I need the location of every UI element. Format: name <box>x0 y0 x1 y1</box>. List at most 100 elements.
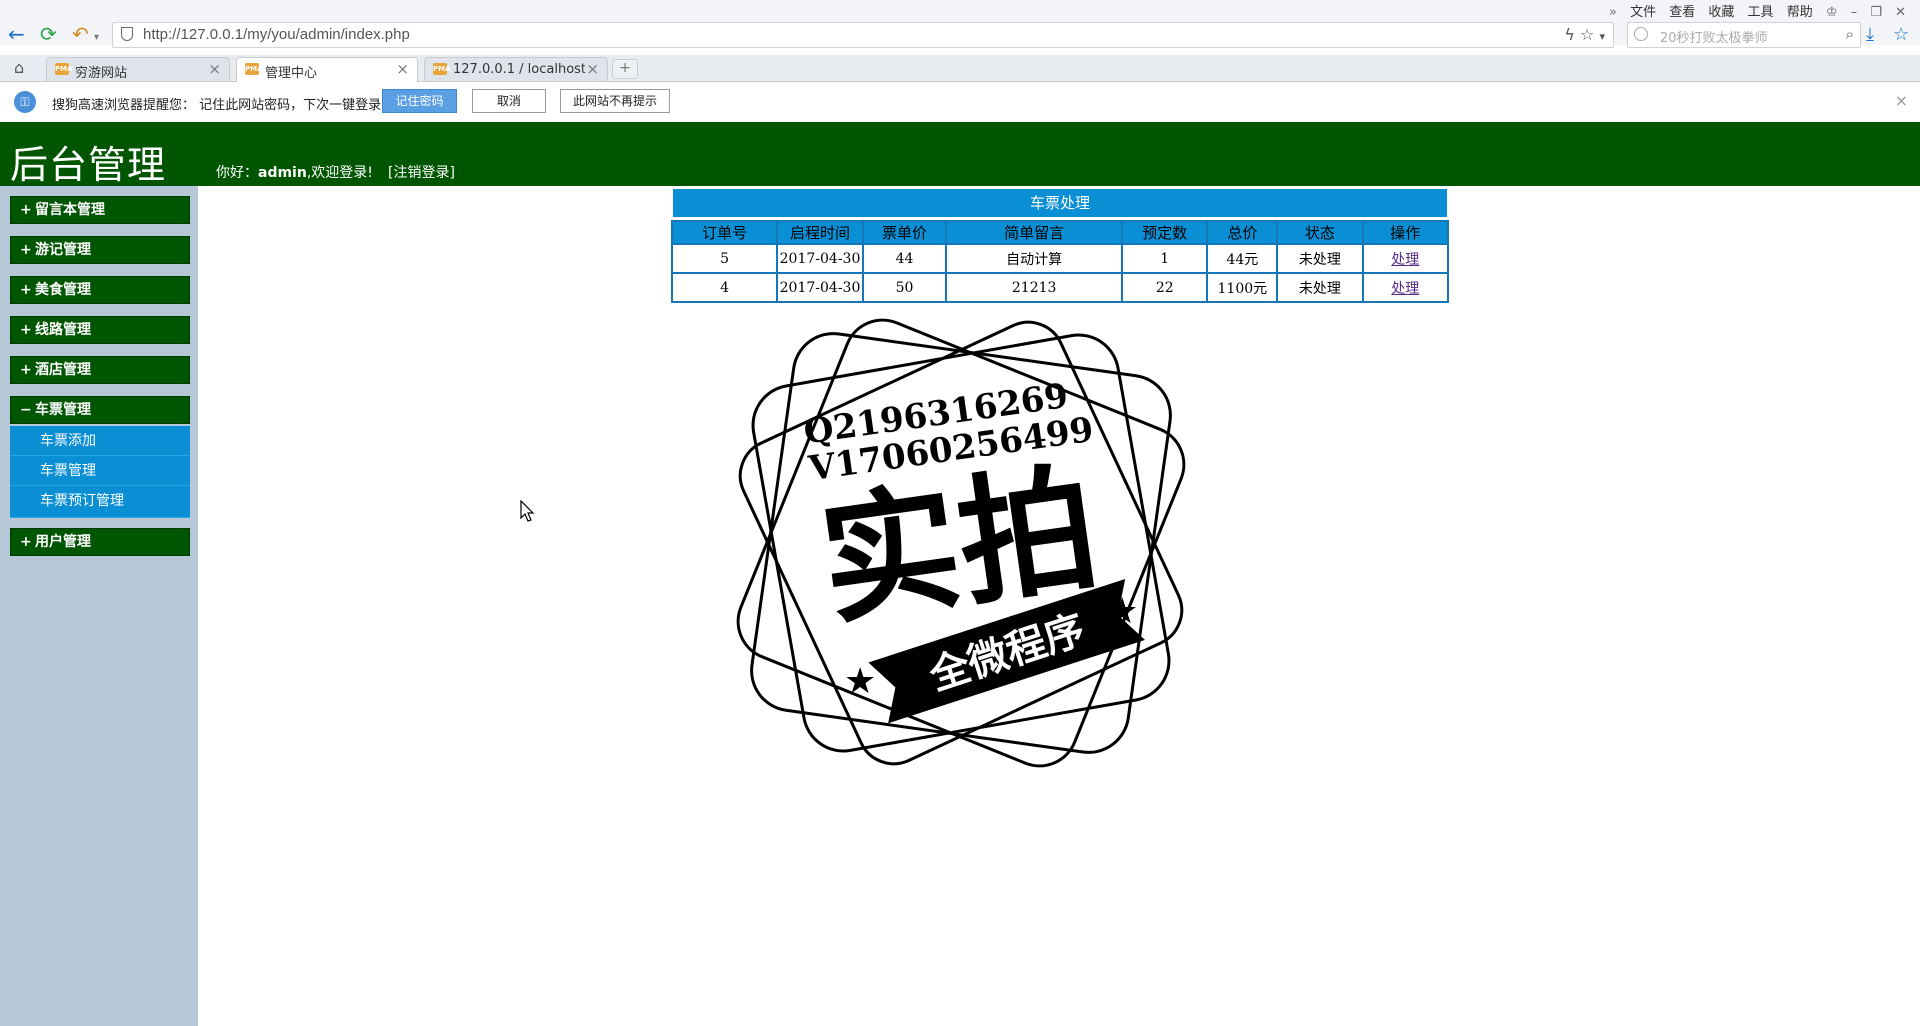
expand-icon: + <box>20 362 32 378</box>
restore-icon[interactable]: ❐ <box>1870 5 1882 20</box>
dropdown-icon[interactable]: ▾ <box>1599 30 1605 43</box>
subitem-label: 车票管理 <box>40 463 96 479</box>
greet-suffix: ,欢迎登录! <box>306 165 373 181</box>
subitem-ticket-booking[interactable]: 车票预订管理 <box>10 486 190 518</box>
table-header-row: 订单号 启程时间 票单价 简单留言 预定数 总价 状态 操作 <box>670 220 1450 245</box>
sidebar-item-users[interactable]: + 用户管理 <box>10 528 190 556</box>
subitem-ticket-manage[interactable]: 车票管理 <box>10 456 190 486</box>
cell-status: 未处理 <box>1276 272 1364 303</box>
sidebar-item-label: 留言本管理 <box>35 202 105 218</box>
cell-message: 自动计算 <box>945 243 1124 274</box>
col-order-id: 订单号 <box>670 220 779 245</box>
search-placeholder: 20秒打败太极拳师 <box>1660 31 1768 46</box>
sidebar-item-travelogue[interactable]: + 游记管理 <box>10 236 190 264</box>
search-icon[interactable]: ⌕ <box>1846 25 1854 43</box>
undo-icon[interactable]: ↶ <box>72 24 89 44</box>
tab-label: 穷游网站 <box>75 66 128 81</box>
sidebar-item-guestbook[interactable]: + 留言本管理 <box>10 196 190 224</box>
tab-bar: ⌂ PMA 穷游网站 × PMA 管理中心 × PMA 127.0.0.1 / … <box>0 55 1920 82</box>
home-icon[interactable]: ⌂ <box>14 58 24 77</box>
subitem-label: 车票添加 <box>40 433 96 449</box>
process-link[interactable]: 处理 <box>1391 252 1419 268</box>
mouse-cursor-icon <box>520 500 535 522</box>
url-text: http://127.0.0.1/my/you/admin/index.php <box>143 26 410 43</box>
minimize-icon[interactable]: – <box>1851 5 1858 20</box>
new-tab-button[interactable]: + <box>612 59 638 79</box>
sidebar-item-tickets[interactable]: − 车票管理 <box>10 396 190 424</box>
window-close-icon[interactable]: ✕ <box>1895 5 1906 20</box>
tab-close-icon[interactable]: × <box>396 60 409 78</box>
sidebar: + 留言本管理 + 游记管理 + 美食管理 + 线路管理 + 酒店管理 − 车票… <box>0 186 198 1026</box>
undo-dropdown-icon[interactable]: ▾ <box>94 28 99 48</box>
greeting: 你好：admin,欢迎登录! <box>216 162 373 182</box>
subitem-ticket-add[interactable]: 车票添加 <box>10 426 190 456</box>
expand-icon: + <box>20 242 32 258</box>
refresh-icon[interactable]: ⟳ <box>40 24 57 44</box>
password-notice-bar: ⚿ 搜狗高速浏览器提醒您： 记住此网站密码，下次一键登录！ 记住密码 取消 此网… <box>0 82 1920 123</box>
menu-file[interactable]: 文件 <box>1630 5 1656 20</box>
search-box[interactable]: 20秒打败太极拳师 ⌕ <box>1627 22 1861 48</box>
menu-tools[interactable]: 工具 <box>1748 5 1774 20</box>
notice-close-icon[interactable]: × <box>1895 91 1908 110</box>
back-icon[interactable]: ← <box>8 24 25 44</box>
cancel-button[interactable]: 取消 <box>472 89 546 113</box>
cell-quantity: 1 <box>1121 243 1209 274</box>
tab-admin-center[interactable]: PMA 管理中心 × <box>236 57 418 82</box>
sidebar-item-label: 用户管理 <box>35 534 91 550</box>
cell-unit-price: 44 <box>861 243 948 274</box>
sidebar-item-hotels[interactable]: + 酒店管理 <box>10 356 190 384</box>
cell-total: 44元 <box>1206 243 1279 274</box>
key-icon: ⚿ <box>14 91 36 113</box>
process-link[interactable]: 处理 <box>1391 281 1419 297</box>
col-status: 状态 <box>1276 220 1364 245</box>
tab-phpmyadmin[interactable]: PMA 127.0.0.1 / localhost / × <box>424 57 608 81</box>
address-bar[interactable]: http://127.0.0.1/my/you/admin/index.php … <box>112 22 1614 48</box>
menu-help[interactable]: 帮助 <box>1787 5 1813 20</box>
download-icon[interactable]: ⤓ <box>1866 24 1874 45</box>
cell-action: 处理 <box>1361 272 1450 303</box>
skin-icon[interactable]: ♔ <box>1826 5 1838 20</box>
shield-icon <box>121 27 133 41</box>
tab-close-icon[interactable]: × <box>208 60 221 78</box>
star-icon[interactable]: ☆ <box>1580 25 1594 44</box>
menu-more-icon[interactable]: » <box>1609 5 1617 20</box>
logout-link[interactable]: [注销登录] <box>388 162 455 182</box>
expand-icon: + <box>20 534 32 550</box>
menu-favorites[interactable]: 收藏 <box>1708 5 1734 20</box>
greet-prefix: 你好： <box>216 165 258 181</box>
col-quantity: 预定数 <box>1121 220 1209 245</box>
lightning-icon[interactable]: ϟ <box>1564 25 1575 44</box>
never-remind-button[interactable]: 此网站不再提示 <box>560 89 670 113</box>
star-icon: ★ <box>1106 591 1138 632</box>
col-message: 简单留言 <box>945 220 1124 245</box>
address-actions: ϟ ☆ ▾ <box>1564 25 1605 44</box>
menu-view[interactable]: 查看 <box>1669 5 1695 20</box>
col-action: 操作 <box>1361 220 1450 245</box>
cell-action: 处理 <box>1361 243 1450 274</box>
sidebar-item-food[interactable]: + 美食管理 <box>10 276 190 304</box>
tab-qiongyou[interactable]: PMA 穷游网站 × <box>46 57 230 81</box>
sidebar-item-routes[interactable]: + 线路管理 <box>10 316 190 344</box>
col-total: 总价 <box>1206 220 1279 245</box>
cell-order-id: 5 <box>670 243 779 274</box>
pma-icon: PMA <box>55 63 73 75</box>
browser-menubar: » 文件 查看 收藏 工具 帮助 ♔ – ❐ ✕ <box>1600 1 1906 20</box>
table-row: 5 2017-04-30 44 自动计算 1 44元 未处理 处理 <box>670 243 1450 274</box>
username: admin <box>258 165 307 181</box>
star-icon: ★ <box>844 661 876 702</box>
tab-close-icon[interactable]: × <box>586 60 599 78</box>
remember-password-button[interactable]: 记住密码 <box>382 89 457 113</box>
subitem-label: 车票预订管理 <box>40 493 124 509</box>
sidebar-item-label: 车票管理 <box>35 402 91 418</box>
browser-toolbar: » 文件 查看 收藏 工具 帮助 ♔ – ❐ ✕ ← ⟳ ↶ ▾ http://… <box>0 0 1920 48</box>
sidebar-item-label: 线路管理 <box>35 322 91 338</box>
watermark-stamp: Q2196316269 V17060256499 实拍 全微程序 ★ ★ <box>736 318 1186 768</box>
cell-total: 1100元 <box>1206 272 1279 303</box>
favorites-star-icon[interactable]: ☆ <box>1893 24 1909 45</box>
sidebar-item-label: 游记管理 <box>35 242 91 258</box>
cell-depart-time: 2017-04-30 <box>776 243 864 274</box>
pma-icon: PMA <box>245 63 263 75</box>
cell-status: 未处理 <box>1276 243 1364 274</box>
orders-table: 订单号 启程时间 票单价 简单留言 预定数 总价 状态 操作 5 2017-04… <box>670 220 1450 303</box>
col-depart-time: 启程时间 <box>776 220 864 245</box>
